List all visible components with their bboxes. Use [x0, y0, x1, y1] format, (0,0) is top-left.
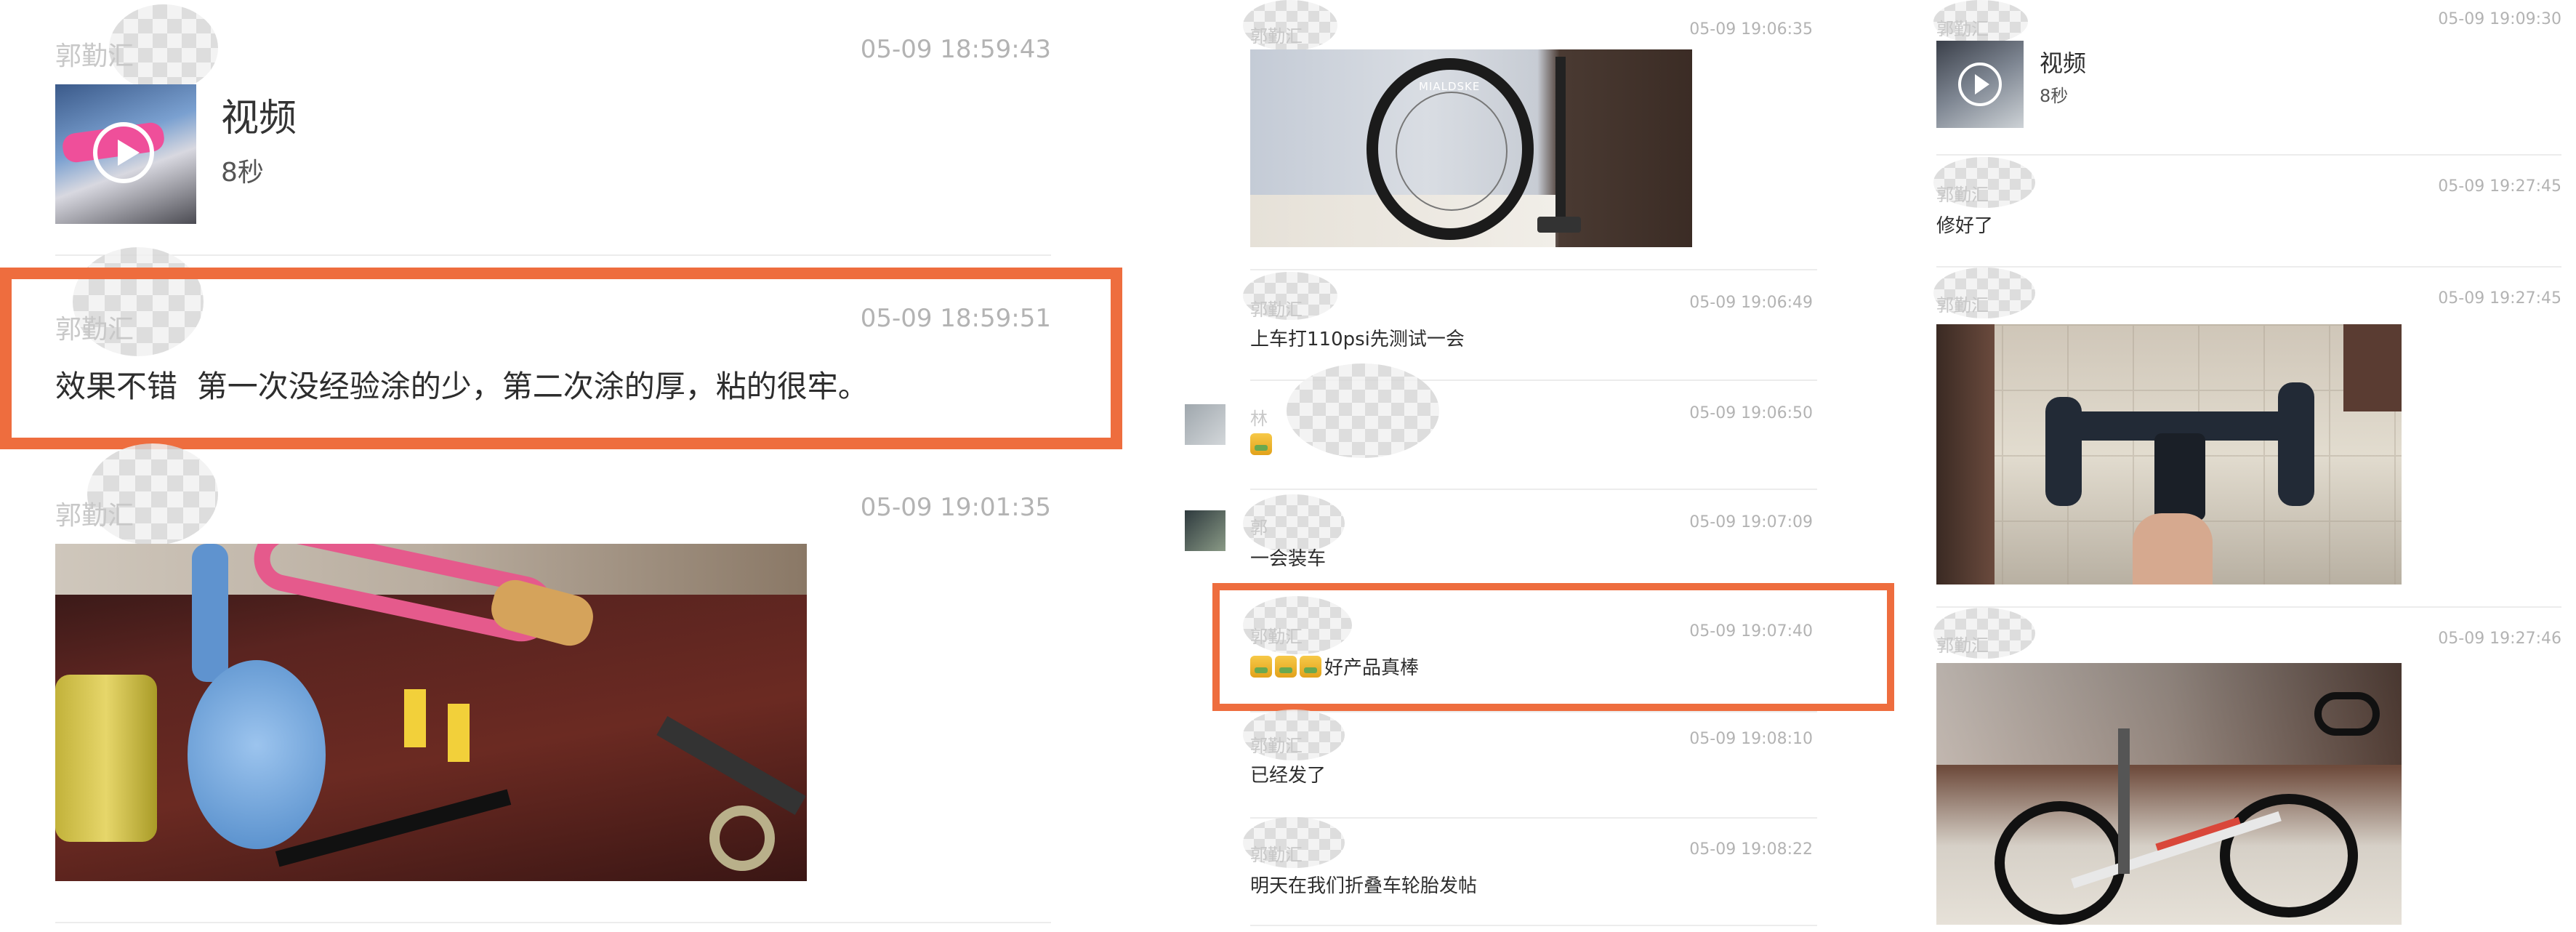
video-title: 视频 — [221, 97, 297, 140]
video-title: 视频 — [2040, 49, 2087, 77]
sender-name: 郭勤汇 — [1250, 736, 1303, 756]
sender-name: 郭勤汇 — [1250, 26, 1303, 47]
message-timestamp: 05-09 19:27:45 — [2438, 177, 2561, 196]
sender-name: 郭勤汇 — [1250, 300, 1303, 320]
message-divider — [1250, 489, 1817, 490]
video-thumbnail[interactable] — [55, 84, 196, 224]
message-text: 效果不错 第一次没经验涂的少，第二次涂的厚，粘的很牢。 — [55, 369, 869, 404]
avatar — [1185, 404, 1225, 445]
sender-name: 郭勤汇 — [55, 315, 134, 345]
video-duration: 8秒 — [2040, 86, 2069, 106]
sender-name: 林 — [1250, 409, 1268, 429]
message-timestamp: 05-09 19:07:40 — [1689, 622, 1813, 640]
message-timestamp: 05-09 18:59:51 — [860, 304, 1051, 333]
message-divider — [55, 254, 1051, 256]
message-timestamp: 05-09 19:27:45 — [2438, 289, 2561, 308]
message-text-content: 好产品真棒 — [1324, 657, 1420, 679]
message-text: 上车打110psi先测试一会 — [1250, 329, 1465, 350]
message-timestamp: 05-09 19:09:30 — [2438, 10, 2561, 28]
sender-name: 郭勤汇 — [1250, 627, 1303, 647]
play-icon[interactable] — [1958, 63, 2002, 106]
video-thumbnail[interactable] — [1936, 41, 2024, 128]
message-text: 修好了 — [1936, 215, 1994, 237]
highlight-box — [0, 268, 1122, 449]
message-photo[interactable] — [55, 544, 807, 881]
thumbs-up-icon — [1250, 655, 1272, 678]
sender-name: 郭勤汇 — [1250, 845, 1303, 865]
message-timestamp: 05-09 19:08:10 — [1689, 730, 1813, 748]
sender-name: 郭勤汇 — [1936, 19, 1989, 39]
message-divider — [1250, 711, 1817, 712]
message-divider — [55, 922, 1051, 923]
right-chat-column: 郭勤汇 05-09 19:09:30 视频 8秒 郭勤汇 05-09 19:27… — [1890, 0, 2576, 932]
bicycle-wheel: MIALDSKE — [1367, 58, 1534, 240]
message-divider — [1936, 154, 2561, 156]
sender-avatar-mosaic — [1287, 363, 1439, 458]
message-photo[interactable]: MIALDSKE — [1250, 49, 1692, 247]
message-divider — [1250, 925, 1817, 926]
sender-name: 郭 — [1250, 518, 1268, 538]
message-text: 一会装车 — [1250, 548, 1327, 570]
message-divider — [1936, 606, 2561, 608]
video-duration: 8秒 — [221, 158, 264, 188]
left-chat-column: 郭勤汇 05-09 18:59:43 视频 8秒 郭勤汇 05-09 18:59… — [0, 0, 1134, 932]
wheel-brand-label: MIALDSKE — [1419, 80, 1481, 93]
message-timestamp: 05-09 19:01:35 — [860, 493, 1051, 522]
message-divider — [1250, 817, 1817, 819]
message-divider — [1936, 266, 2561, 268]
avatar — [1185, 510, 1225, 551]
message-timestamp: 05-09 19:08:22 — [1689, 840, 1813, 859]
message-timestamp: 05-09 19:06:50 — [1689, 404, 1813, 422]
message-photo[interactable] — [1936, 663, 2402, 925]
thumbs-up-icon — [1300, 655, 1321, 678]
message-timestamp: 05-09 19:06:35 — [1689, 20, 1813, 39]
sender-name: 郭勤汇 — [1936, 185, 1989, 205]
message-text: 好产品真棒 — [1250, 653, 1419, 680]
middle-chat-column: 郭勤汇 05-09 19:06:35 MIALDSKE 郭勤汇 05-09 19… — [1178, 0, 1894, 932]
message-text: 明天在我们折叠车轮胎发帖 — [1250, 875, 1478, 897]
sender-name: 郭勤汇 — [55, 41, 134, 71]
thumbs-up-icon — [1275, 655, 1297, 678]
message-divider — [1250, 269, 1817, 270]
message-photo[interactable] — [1936, 324, 2402, 584]
play-icon[interactable] — [93, 122, 154, 183]
sender-name: 郭勤汇 — [1936, 295, 1989, 316]
sender-name: 郭勤汇 — [1936, 635, 1989, 656]
message-timestamp: 05-09 19:06:49 — [1689, 294, 1813, 312]
message-timestamp: 05-09 19:27:46 — [2438, 630, 2561, 648]
message-timestamp: 05-09 18:59:43 — [860, 35, 1051, 64]
sender-name: 郭勤汇 — [55, 501, 134, 531]
message-timestamp: 05-09 19:07:09 — [1689, 513, 1813, 531]
bicycle — [1995, 801, 2125, 925]
message-text: 已经发了 — [1250, 765, 1327, 787]
thumbs-up-icon — [1250, 433, 1275, 455]
